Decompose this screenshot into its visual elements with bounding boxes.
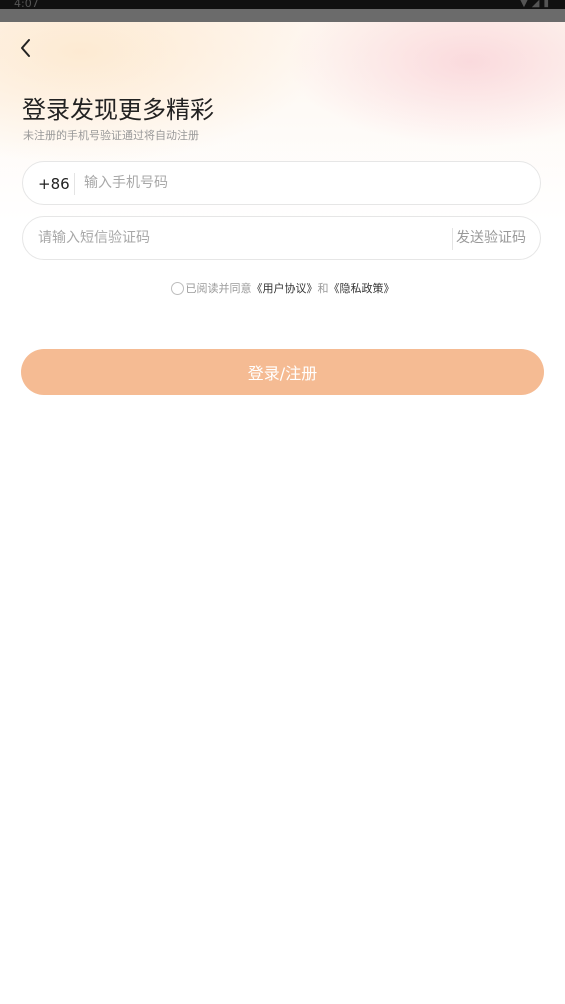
agreement-checkbox[interactable]: [170, 281, 184, 295]
login-register-button[interactable]: 登录/注册: [21, 349, 544, 395]
sms-code-field[interactable]: 发送验证码: [22, 216, 541, 260]
sms-code-input[interactable]: [38, 217, 448, 259]
agreement-conjunction: 和: [317, 282, 329, 295]
status-bar: 4:07 ▼◢▮: [0, 0, 565, 22]
phone-input[interactable]: [84, 162, 514, 204]
agreement-prefix: 已阅读并同意: [185, 282, 252, 295]
status-time: 4:07: [14, 0, 39, 10]
chevron-left-icon: [21, 39, 30, 57]
phone-divider: [74, 173, 75, 195]
wifi-icon: ▼: [520, 0, 532, 9]
back-button[interactable]: [12, 34, 40, 62]
page-subtitle: 未注册的手机号验证通过将自动注册: [23, 129, 199, 142]
battery-icon: ▮: [543, 0, 553, 9]
sms-code-divider: [452, 228, 453, 250]
status-icons: ▼◢▮: [520, 0, 553, 9]
privacy-policy-link[interactable]: 《隐私政策》: [329, 280, 395, 296]
signal-icon: ◢: [531, 0, 544, 9]
page-title: 登录发现更多精彩: [22, 96, 214, 124]
country-code-selector[interactable]: +86: [38, 162, 70, 206]
user-agreement-link[interactable]: 《用户协议》: [252, 280, 318, 296]
send-code-button[interactable]: 发送验证码: [456, 217, 526, 259]
phone-field[interactable]: +86: [22, 161, 541, 205]
agreement-row: 已阅读并同意 《用户协议》 和 《隐私政策》: [0, 279, 565, 297]
